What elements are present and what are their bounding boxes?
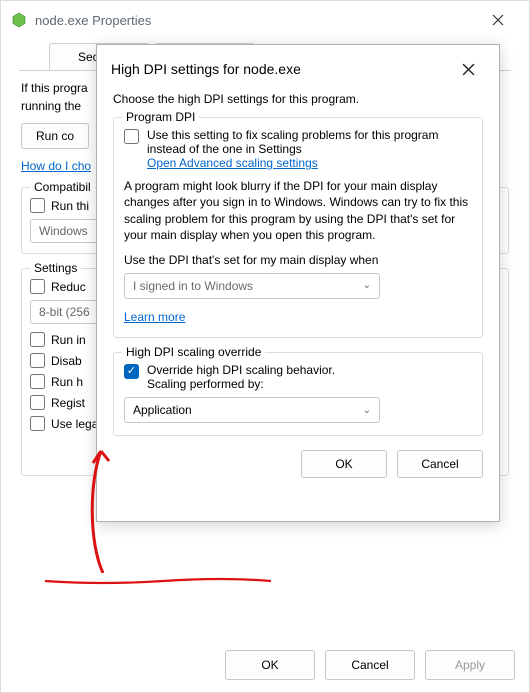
- dpi-when-value: I signed in to Windows: [133, 279, 253, 293]
- help-link[interactable]: How do I cho: [21, 159, 91, 173]
- run-this-checkbox[interactable]: [30, 198, 45, 213]
- use-dpi-when-label: Use the DPI that's set for my main displ…: [124, 253, 472, 267]
- advanced-scaling-link[interactable]: Open Advanced scaling settings: [147, 156, 318, 170]
- close-icon: [462, 63, 475, 76]
- chevron-down-icon: ⌄: [363, 280, 371, 291]
- app-icon: [11, 12, 27, 28]
- override-label-1: Override high DPI scaling behavior.: [147, 363, 335, 377]
- run-this-label: Run thi: [51, 199, 89, 213]
- high-dpi-dialog: High DPI settings for node.exe Choose th…: [96, 44, 500, 522]
- footer-buttons: OK Cancel Apply: [225, 650, 515, 680]
- dialog-intro: Choose the high DPI settings for this pr…: [113, 91, 483, 107]
- apply-button[interactable]: Apply: [425, 650, 515, 680]
- dialog-ok-button[interactable]: OK: [301, 450, 387, 478]
- chevron-down-icon: ⌄: [363, 405, 371, 416]
- override-label-2: Scaling performed by:: [147, 377, 335, 391]
- program-dpi-group: Program DPI Use this setting to fix scal…: [113, 117, 483, 338]
- disable-checkbox[interactable]: [30, 353, 45, 368]
- override-group: High DPI scaling override ✓ Override hig…: [113, 352, 483, 436]
- settings-group-title: Settings: [30, 261, 81, 275]
- reduced-label: Reduc: [51, 280, 86, 294]
- register-checkbox[interactable]: [30, 395, 45, 410]
- cancel-button[interactable]: Cancel: [325, 650, 415, 680]
- scaling-by-combo[interactable]: Application ⌄: [124, 397, 380, 423]
- dialog-title-bar: High DPI settings for node.exe: [97, 45, 499, 91]
- run-compat-button[interactable]: Run co: [21, 123, 89, 149]
- dialog-footer: OK Cancel: [113, 450, 483, 478]
- use-setting-label-2: instead of the one in Settings: [147, 142, 438, 156]
- runhi-checkbox[interactable]: [30, 374, 45, 389]
- ok-button[interactable]: OK: [225, 650, 315, 680]
- dialog-cancel-button[interactable]: Cancel: [397, 450, 483, 478]
- reduced-checkbox[interactable]: [30, 279, 45, 294]
- program-dpi-explanation: A program might look blurry if the DPI f…: [124, 178, 472, 243]
- disable-label: Disab: [51, 354, 82, 368]
- close-icon: [492, 14, 504, 26]
- dialog-body: Choose the high DPI settings for this pr…: [97, 91, 499, 490]
- learn-more-link[interactable]: Learn more: [124, 310, 185, 324]
- program-dpi-title: Program DPI: [122, 110, 199, 124]
- dialog-close-button[interactable]: [447, 55, 489, 83]
- register-label: Regist: [51, 396, 85, 410]
- window-title: node.exe Properties: [35, 13, 151, 28]
- override-checkbox[interactable]: ✓: [124, 364, 139, 379]
- close-button[interactable]: [475, 4, 521, 36]
- runhi-label: Run h: [51, 375, 83, 389]
- legacy-icc-checkbox[interactable]: [30, 416, 45, 431]
- scaling-by-value: Application: [133, 403, 192, 417]
- use-setting-checkbox[interactable]: [124, 129, 139, 144]
- runin-label: Run in: [51, 333, 86, 347]
- use-setting-label-1: Use this setting to fix scaling problems…: [147, 128, 438, 142]
- runin-checkbox[interactable]: [30, 332, 45, 347]
- override-title: High DPI scaling override: [122, 345, 265, 359]
- dialog-title: High DPI settings for node.exe: [111, 61, 301, 77]
- compatibility-group-title: Compatibil: [30, 180, 95, 194]
- title-bar: node.exe Properties: [1, 1, 529, 39]
- dpi-when-combo[interactable]: I signed in to Windows ⌄: [124, 273, 380, 299]
